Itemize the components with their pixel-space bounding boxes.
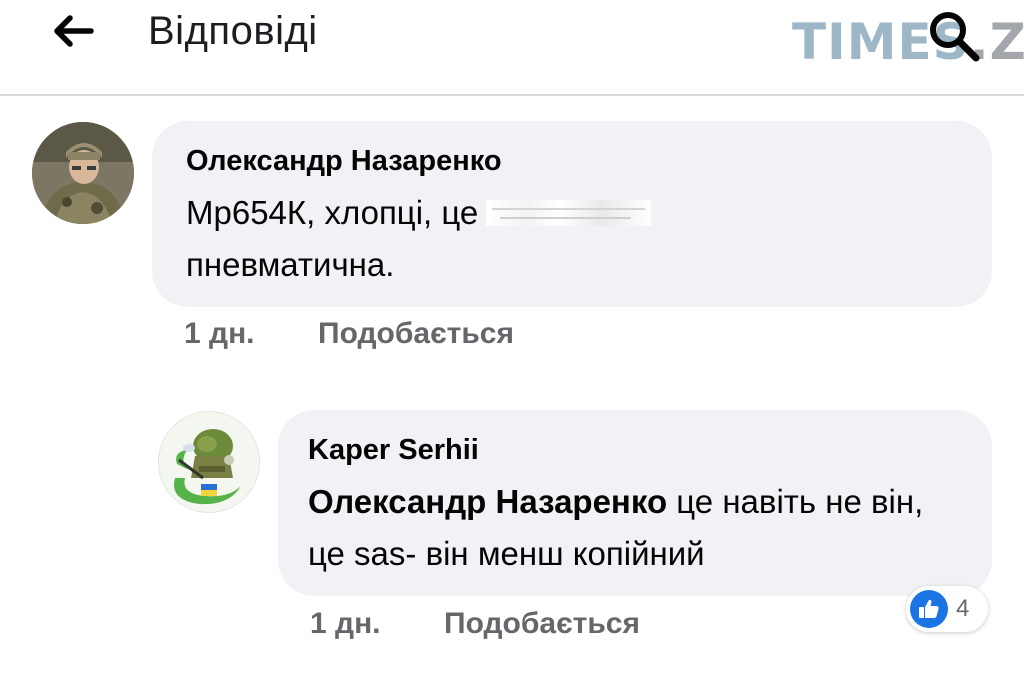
- mention-link[interactable]: Олександр Назаренко: [308, 483, 667, 520]
- search-icon: [930, 12, 980, 62]
- comment-bubble[interactable]: Kaper Serhii Олександр Назаренко це наві…: [278, 410, 992, 596]
- arrow-left-icon: [54, 15, 94, 47]
- avatar[interactable]: [32, 122, 134, 224]
- comment-text: Олександр Назаренко це навіть не він, це…: [308, 476, 968, 580]
- comment-author[interactable]: Олександр Назаренко: [186, 143, 502, 179]
- times-zt-watermark: TIMES.ZT: [792, 12, 1024, 76]
- like-button[interactable]: Подобається: [444, 606, 640, 642]
- comment-timestamp[interactable]: 1 дн.: [184, 316, 255, 352]
- comment-author[interactable]: Kaper Serhii: [308, 432, 479, 468]
- comment-text: Мр654К, хлопці, це пневматична.: [186, 187, 906, 291]
- comment-text-end: пневматична.: [186, 246, 395, 283]
- avatar[interactable]: [158, 411, 260, 513]
- comment-text-start: Мр654К, хлопці, це: [186, 194, 479, 231]
- reactions-badge[interactable]: 4: [906, 586, 988, 632]
- comment-timestamp[interactable]: 1 дн.: [310, 606, 381, 642]
- like-button[interactable]: Подобається: [318, 316, 514, 352]
- reaction-count: 4: [956, 595, 970, 622]
- avatar-photo: [32, 122, 134, 224]
- replies-screen: Відповіді TIMES.ZT Олександр Назаренко: [0, 0, 1024, 675]
- page-title: Відповіді: [148, 9, 318, 53]
- avatar-illustration: [159, 412, 259, 512]
- thumbs-up-icon: [910, 590, 948, 628]
- comment-bubble[interactable]: Олександр Назаренко Мр654К, хлопці, це п…: [152, 121, 992, 307]
- thumbs-up-glyph: [919, 599, 939, 618]
- redacted-word: [486, 200, 652, 226]
- back-button[interactable]: [48, 6, 98, 56]
- top-bar: Відповіді TIMES.ZT: [0, 0, 1024, 96]
